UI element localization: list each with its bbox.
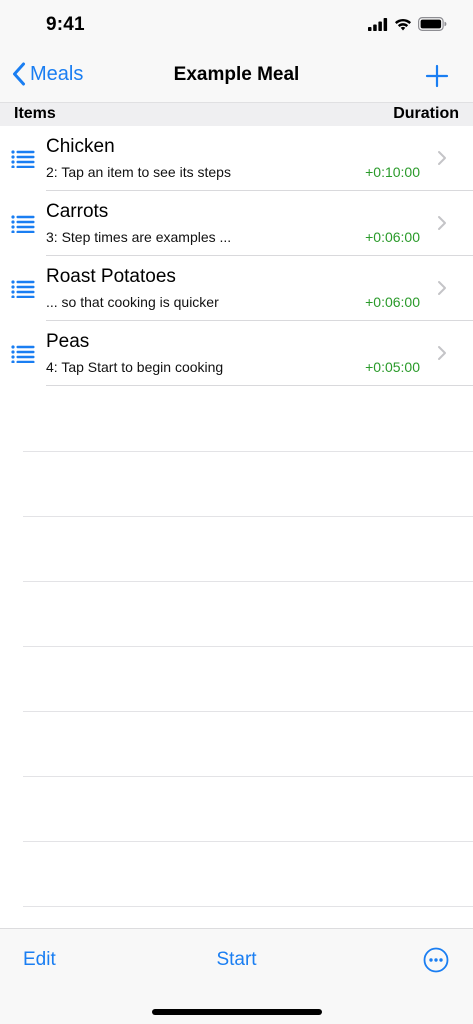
empty-row-separator bbox=[23, 841, 473, 842]
screen: 9:41 Meals Example Meal Items Duration C… bbox=[0, 0, 473, 1024]
navigation-bar: Meals Example Meal bbox=[0, 50, 473, 102]
column-items-label: Items bbox=[14, 105, 56, 122]
empty-row-separator bbox=[23, 711, 473, 712]
item-list: Chicken 2: Tap an item to see its steps … bbox=[0, 126, 473, 386]
item-duration: +0:06:00 bbox=[365, 229, 420, 245]
page-title: Example Meal bbox=[173, 64, 300, 85]
empty-row-separator bbox=[23, 906, 473, 907]
list-item-roast-potatoes[interactable]: Roast Potatoes ... so that cooking is qu… bbox=[0, 256, 473, 321]
item-title: Roast Potatoes bbox=[46, 266, 176, 287]
cellular-signal-icon bbox=[368, 17, 388, 31]
empty-row-separator bbox=[23, 776, 473, 777]
item-subtitle: 2: Tap an item to see its steps bbox=[46, 164, 231, 180]
chevron-right-icon bbox=[438, 346, 446, 360]
empty-row-separator bbox=[23, 451, 473, 452]
list-item-chicken[interactable]: Chicken 2: Tap an item to see its steps … bbox=[0, 126, 473, 191]
plus-icon bbox=[425, 64, 449, 88]
start-button[interactable]: Start bbox=[0, 949, 473, 971]
item-title: Chicken bbox=[46, 136, 115, 157]
item-duration: +0:05:00 bbox=[365, 359, 420, 375]
ellipsis-circle-icon bbox=[423, 947, 449, 973]
item-subtitle: ... so that cooking is quicker bbox=[46, 294, 219, 310]
list-item-carrots[interactable]: Carrots 3: Step times are examples ... +… bbox=[0, 191, 473, 256]
list-icon bbox=[11, 345, 35, 363]
list-icon bbox=[11, 280, 35, 298]
item-title: Carrots bbox=[46, 201, 109, 222]
list-item-peas[interactable]: Peas 4: Tap Start to begin cooking +0:05… bbox=[0, 321, 473, 386]
row-separator bbox=[46, 385, 473, 386]
item-subtitle: 3: Step times are examples ... bbox=[46, 229, 232, 245]
item-title: Peas bbox=[46, 331, 90, 352]
bottom-toolbar: Edit Start bbox=[0, 928, 473, 1024]
status-icons bbox=[368, 17, 447, 31]
home-indicator[interactable] bbox=[152, 1009, 322, 1015]
chevron-right-icon bbox=[438, 216, 446, 230]
wifi-icon bbox=[395, 18, 411, 30]
column-duration-label: Duration bbox=[393, 105, 459, 122]
column-header: Items Duration bbox=[0, 102, 473, 126]
chevron-right-icon bbox=[438, 151, 446, 165]
list-icon bbox=[11, 215, 35, 233]
empty-row-separator bbox=[23, 581, 473, 582]
more-button[interactable] bbox=[423, 947, 449, 973]
add-button[interactable] bbox=[423, 62, 451, 90]
chevron-right-icon bbox=[438, 281, 446, 295]
status-bar: 9:41 bbox=[0, 0, 473, 50]
status-time: 9:41 bbox=[46, 14, 85, 35]
empty-row-separator bbox=[23, 516, 473, 517]
item-subtitle: 4: Tap Start to begin cooking bbox=[46, 359, 224, 375]
battery-icon bbox=[418, 17, 447, 31]
list-icon bbox=[11, 150, 35, 168]
empty-row-separator bbox=[23, 646, 473, 647]
item-duration: +0:06:00 bbox=[365, 294, 420, 310]
item-duration: +0:10:00 bbox=[365, 164, 420, 180]
